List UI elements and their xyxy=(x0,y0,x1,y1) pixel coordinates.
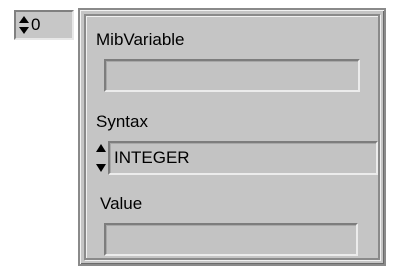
value-field[interactable] xyxy=(104,223,358,256)
mib-variable-label: MibVariable xyxy=(96,30,185,49)
array-index-value[interactable]: 0 xyxy=(31,15,40,35)
syntax-down-arrow-icon[interactable] xyxy=(96,164,106,172)
syntax-spinner-icon[interactable] xyxy=(95,141,107,175)
syntax-ring-field[interactable]: INTEGER xyxy=(108,141,378,175)
index-up-arrow-icon[interactable] xyxy=(19,16,29,23)
array-index-control[interactable]: 0 xyxy=(14,10,74,40)
value-label: Value xyxy=(100,194,143,213)
index-increment-decrement-icon[interactable] xyxy=(18,15,29,35)
syntax-up-arrow-icon[interactable] xyxy=(96,144,106,152)
syntax-value: INTEGER xyxy=(114,148,190,167)
syntax-label: Syntax xyxy=(96,112,148,131)
mib-variable-field[interactable] xyxy=(104,59,360,92)
index-down-arrow-icon[interactable] xyxy=(19,27,29,34)
